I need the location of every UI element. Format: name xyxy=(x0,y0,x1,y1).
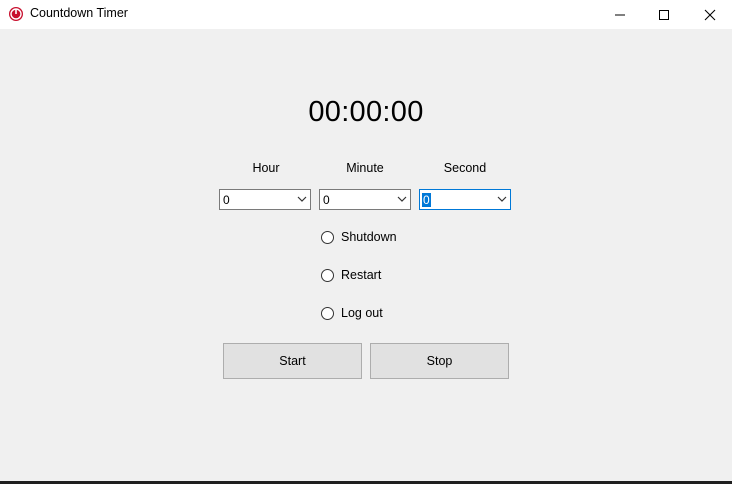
maximize-button[interactable] xyxy=(641,0,687,29)
minimize-button[interactable] xyxy=(597,0,643,29)
start-button[interactable]: Start xyxy=(223,343,362,379)
maximize-icon xyxy=(659,9,669,20)
power-icon xyxy=(9,7,23,21)
minute-value: 0 xyxy=(323,193,330,207)
close-icon xyxy=(704,9,716,20)
second-value: 0 xyxy=(422,193,431,207)
minute-select[interactable]: 0 xyxy=(319,189,411,210)
restart-label: Restart xyxy=(341,268,382,282)
chevron-down-icon xyxy=(397,196,407,202)
radio-circle[interactable] xyxy=(321,231,334,244)
shutdown-label: Shutdown xyxy=(341,230,397,244)
chevron-down-icon xyxy=(297,196,307,202)
logout-label: Log out xyxy=(341,306,383,320)
radio-circle[interactable] xyxy=(321,307,334,320)
title-bar[interactable]: Countdown Timer xyxy=(0,0,732,29)
radio-circle[interactable] xyxy=(321,269,334,282)
chevron-down-icon xyxy=(497,196,507,202)
hour-select[interactable]: 0 xyxy=(219,189,311,210)
countdown-display: 00:00:00 xyxy=(308,96,424,128)
close-button[interactable] xyxy=(687,0,732,29)
stop-button[interactable]: Stop xyxy=(370,343,509,379)
minimize-icon xyxy=(615,14,625,15)
second-select[interactable]: 0 xyxy=(419,189,511,210)
hour-label: Hour xyxy=(252,161,280,175)
minute-label: Minute xyxy=(346,161,384,175)
window-title: Countdown Timer xyxy=(30,6,128,20)
second-label: Second xyxy=(443,161,487,175)
hour-value: 0 xyxy=(223,193,230,207)
